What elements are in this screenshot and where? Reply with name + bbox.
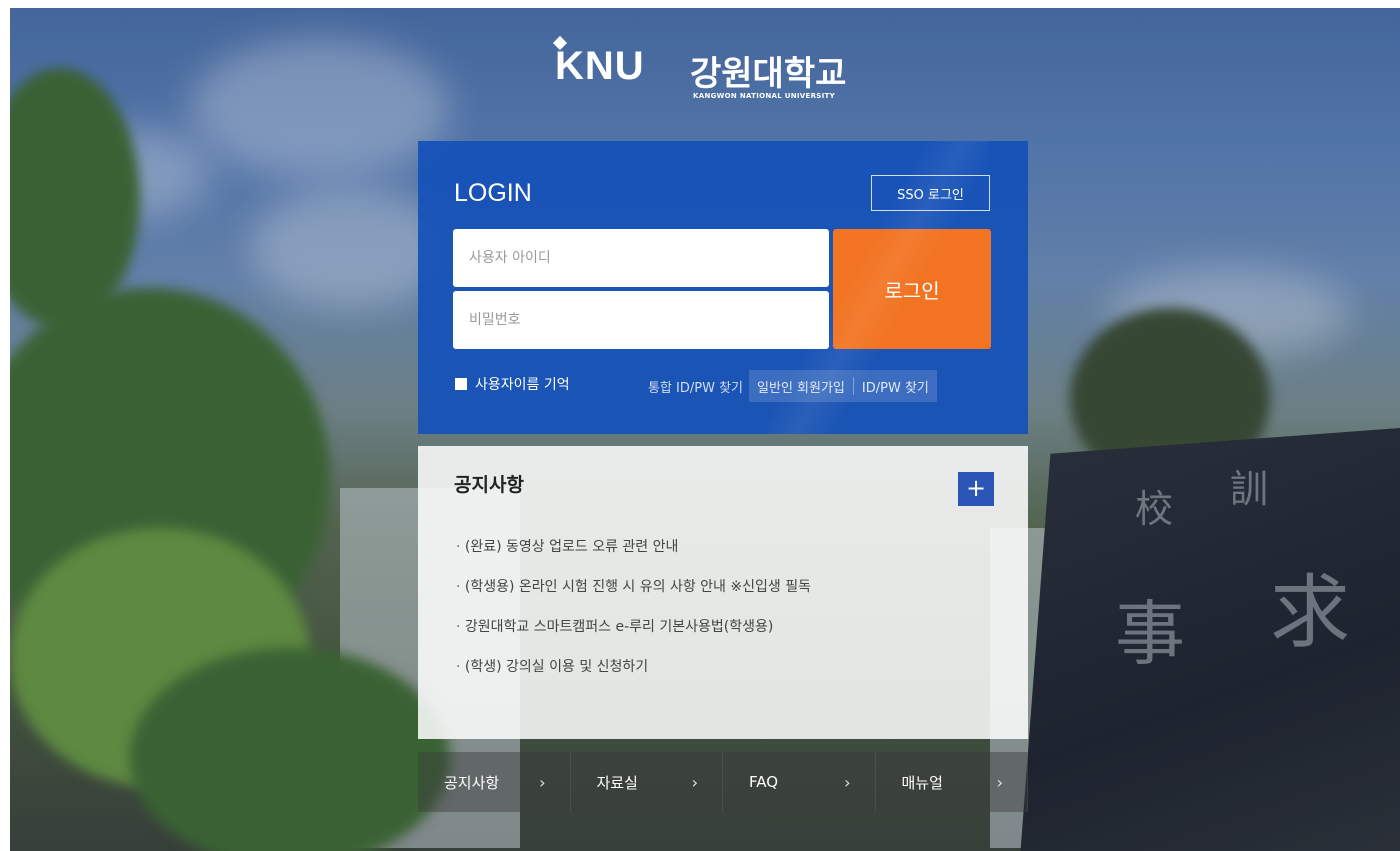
notice-item[interactable]: 강원대학교 스마트캠퍼스 e-루리 기본사용법(학생용) (456, 616, 811, 656)
menu-item-archive[interactable]: 자료실 › (570, 752, 723, 812)
chevron-right-icon: › (691, 772, 698, 792)
remember-username-label: 사용자이름 기억 (475, 377, 570, 393)
login-button[interactable]: 로그인 (833, 229, 991, 349)
find-unified-idpw-link[interactable]: 통합 ID/PW 찾기 (648, 377, 743, 396)
logo-name-en: KANGWON NATIONAL UNIVERSITY (693, 92, 835, 100)
menu-item-label: 자료실 (596, 773, 638, 792)
notice-panel: 공지사항 + (완료) 동영상 업로드 오류 관련 안내 (학생용) 온라인 시… (418, 446, 1028, 739)
sso-login-button[interactable]: SSO 로그인 (871, 175, 990, 211)
menu-item-manual[interactable]: 매뉴얼 › (875, 752, 1028, 812)
checkbox-icon[interactable] (455, 378, 467, 390)
notice-title: 공지사항 (454, 474, 524, 496)
menu-item-label: 공지사항 (444, 773, 500, 792)
login-title: LOGIN (454, 179, 532, 207)
remember-username-checkbox[interactable]: 사용자이름 기억 (455, 374, 570, 394)
menu-item-label: FAQ (749, 773, 779, 791)
notice-item[interactable]: (학생용) 온라인 시험 진행 시 유의 사항 안내 ※신입생 필독 (456, 576, 811, 616)
notice-item[interactable]: (완료) 동영상 업로드 오류 관련 안내 (456, 536, 811, 576)
password-input[interactable] (453, 291, 829, 349)
find-idpw-link[interactable]: ID/PW 찾기 (854, 377, 937, 396)
chevron-right-icon: › (996, 772, 1003, 792)
chevron-right-icon: › (539, 772, 546, 792)
menu-item-faq[interactable]: FAQ › (723, 752, 876, 812)
account-link-group: 일반인 회원가입 ID/PW 찾기 (749, 370, 937, 402)
notice-item[interactable]: (학생) 강의실 이용 및 신청하기 (456, 656, 811, 696)
logo-name-kr: 강원대학교 (690, 54, 847, 94)
chevron-right-icon: › (844, 772, 851, 792)
notice-list: (완료) 동영상 업로드 오류 관련 안내 (학생용) 온라인 시험 진행 시 … (456, 536, 811, 696)
user-id-input[interactable] (453, 229, 829, 287)
menu-item-notice[interactable]: 공지사항 › (418, 752, 571, 812)
quick-menu: 공지사항 › 자료실 › FAQ › 매뉴얼 › (418, 752, 1028, 812)
login-panel: LOGIN SSO 로그인 로그인 사용자이름 기억 통합 ID/PW 찾기 일… (418, 141, 1028, 434)
menu-item-label: 매뉴얼 (901, 773, 943, 792)
logo-brand: KNU (555, 44, 645, 88)
university-logo: KNU 강원대학교 KANGWON NATIONAL UNIVERSITY (552, 35, 875, 108)
plus-icon[interactable]: + (958, 472, 994, 506)
account-links: 통합 ID/PW 찾기 일반인 회원가입 ID/PW 찾기 (648, 370, 937, 402)
signup-link[interactable]: 일반인 회원가입 (749, 377, 853, 396)
